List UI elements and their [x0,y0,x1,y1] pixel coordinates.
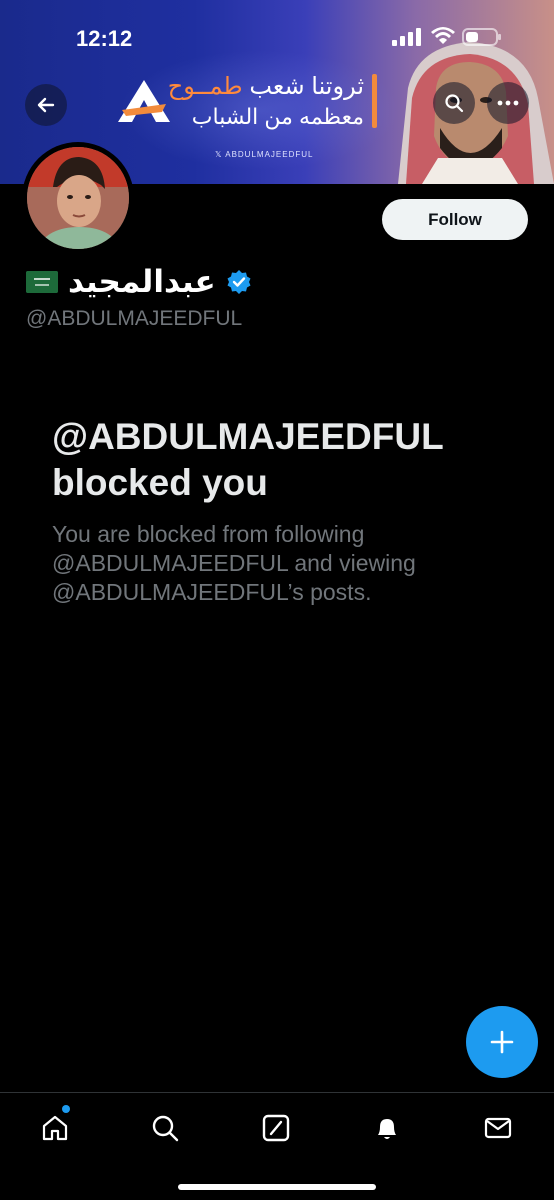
banner-accent-bar [372,74,377,128]
profile-avatar[interactable] [22,142,134,254]
status-time: 12:12 [76,26,133,51]
wifi-icon [431,27,455,44]
home-icon [42,1115,68,1141]
plus-icon [490,1030,514,1054]
more-dots-icon [497,100,519,106]
banner-headline: ثروتنا شعب طمــوح [167,73,364,100]
home-indicator [178,1184,376,1190]
compose-post-button[interactable] [466,1006,538,1078]
blocked-title: @ABDULMAJEEDFUL blocked you [52,416,444,503]
battery-icon [462,28,501,46]
grok-icon [262,1114,290,1142]
cellular-signal-icon [392,28,421,46]
search-icon [445,94,464,113]
saudi-flag-icon [26,271,58,293]
profile-search-button[interactable] [433,82,475,124]
nav-messages[interactable] [481,1111,515,1145]
banner-logo-icon [118,80,170,122]
profile-name-row: عبدالمجيد [26,262,252,302]
avatar-portrait [27,147,129,249]
banner-subheadline: معظمه من الشباب [191,104,364,129]
banner-handle: 𝕏 ABDULMAJEEDFUL [215,150,314,159]
nav-grok[interactable] [259,1111,293,1145]
follow-button[interactable]: Follow [382,199,528,240]
profile-handle: @ABDULMAJEEDFUL [26,307,243,330]
verified-badge-icon [227,270,251,294]
messages-icon [484,1117,512,1139]
search-icon [152,1115,179,1142]
blocked-description: You are blocked from following @ABDULMAJ… [52,521,416,605]
nav-home[interactable] [38,1111,72,1145]
notifications-icon [378,1119,396,1139]
banner-headline-accent: طمــوح [167,73,243,100]
home-notification-dot [62,1105,70,1113]
nav-search[interactable] [148,1111,182,1145]
nav-notifications[interactable] [370,1111,404,1145]
back-button[interactable] [25,84,67,126]
arrow-left-icon [37,97,55,113]
avatar-image [27,147,129,249]
display-name: عبدالمجيد [68,264,216,299]
more-options-button[interactable] [487,82,529,124]
